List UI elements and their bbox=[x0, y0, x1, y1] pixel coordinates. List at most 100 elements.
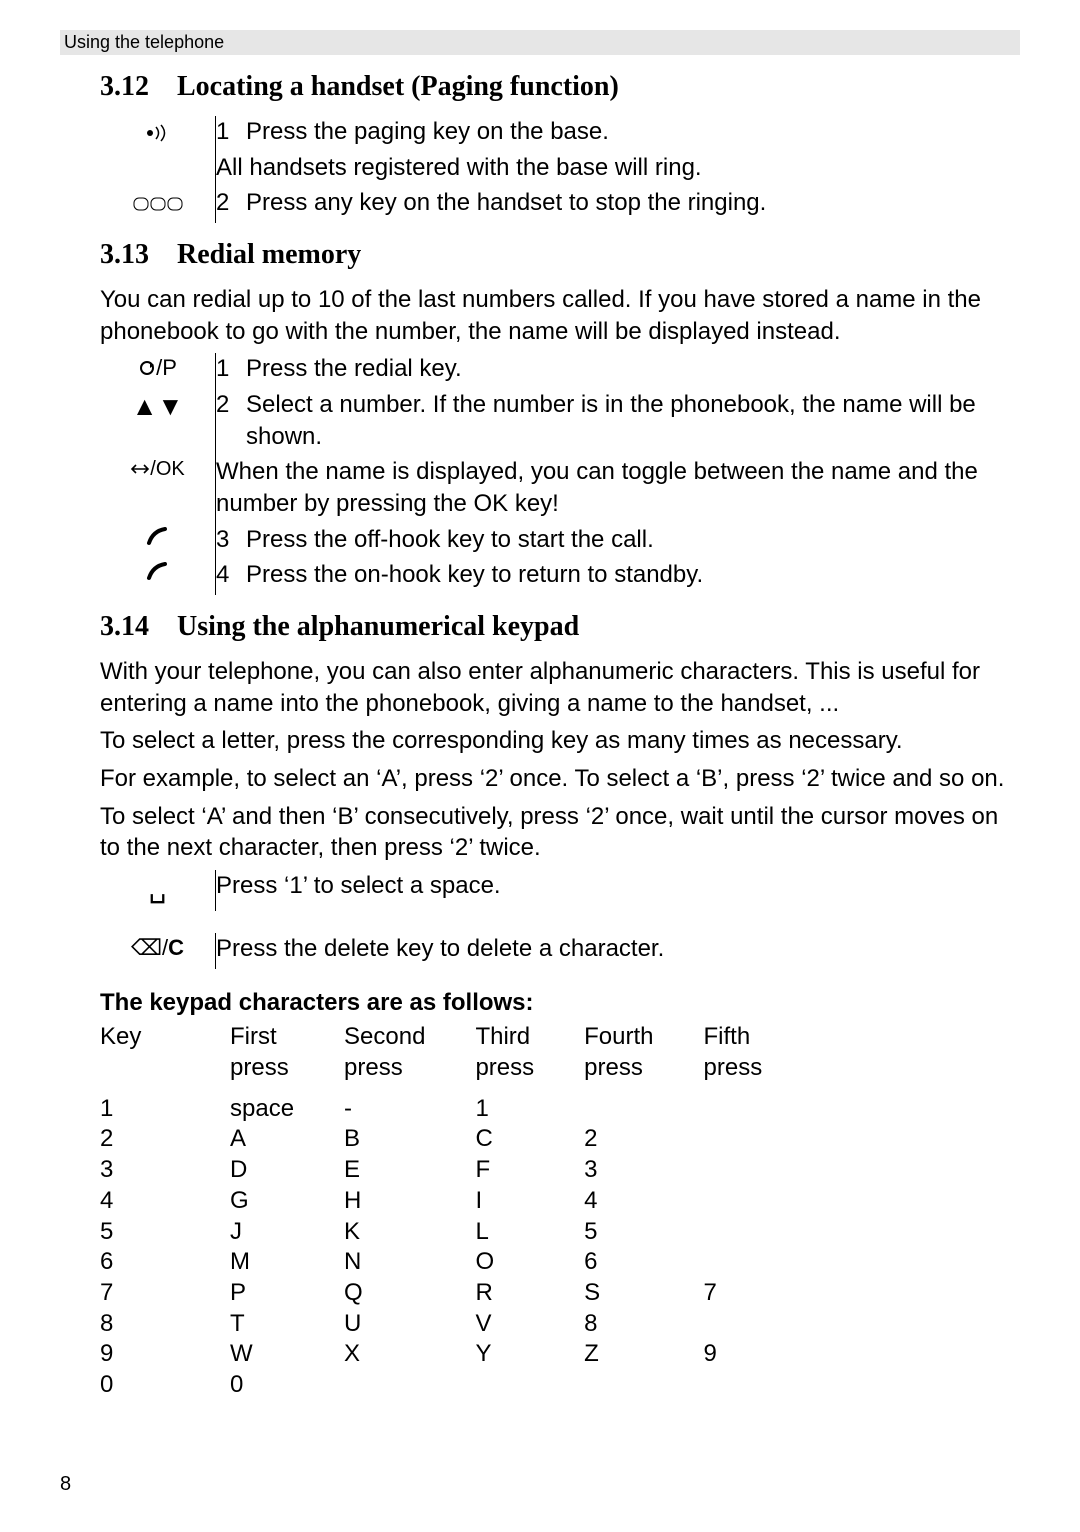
keypad-col-4: Fourthpress bbox=[584, 1022, 703, 1083]
keypad-row: 1space-1 bbox=[100, 1094, 812, 1125]
section-3-14-p3: For example, to select an ‘A’, press ‘2’… bbox=[100, 763, 1020, 795]
keypad-char: 7 bbox=[704, 1278, 813, 1309]
keypad-char: H bbox=[344, 1186, 475, 1217]
keypad-key: 0 bbox=[100, 1370, 230, 1401]
keypad-key: 3 bbox=[100, 1155, 230, 1186]
step-number: 1 bbox=[216, 353, 246, 389]
keypad-char: N bbox=[344, 1247, 475, 1278]
step-number: 2 bbox=[216, 389, 246, 456]
keypad-char: 5 bbox=[584, 1217, 703, 1248]
keypad-key: 5 bbox=[100, 1217, 230, 1248]
page-number: 8 bbox=[60, 1473, 71, 1496]
keypad-char bbox=[584, 1370, 703, 1401]
step-number: 1 bbox=[216, 116, 246, 152]
keypad-char: T bbox=[230, 1309, 344, 1340]
keypad-char bbox=[704, 1370, 813, 1401]
keypad-key: 9 bbox=[100, 1339, 230, 1370]
section-3-13-steps: /P 1 Press the redial key. ▲▼ 2 Select a… bbox=[100, 353, 1020, 595]
keypad-keys-icon bbox=[133, 189, 183, 216]
keypad-char: 8 bbox=[584, 1309, 703, 1340]
tip-text: Press the delete key to delete a charact… bbox=[216, 933, 1020, 969]
keypad-char: J bbox=[230, 1217, 344, 1248]
section-3-14-tips: ␣ Press ‘1’ to select a space. ⌫/C Press… bbox=[100, 870, 1020, 969]
keypad-col-3: Thirdpress bbox=[475, 1022, 584, 1083]
space-icon: ␣ bbox=[149, 872, 167, 903]
keypad-row: 2ABC2 bbox=[100, 1124, 812, 1155]
keypad-row: 9WXYZ9 bbox=[100, 1339, 812, 1370]
keypad-key: 7 bbox=[100, 1278, 230, 1309]
keypad-char bbox=[704, 1124, 813, 1155]
section-3-12-heading: Locating a handset (Paging function) bbox=[177, 71, 619, 102]
keypad-char: space bbox=[230, 1094, 344, 1125]
keypad-char bbox=[704, 1217, 813, 1248]
step-text: Press the off-hook key to start the call… bbox=[246, 524, 1020, 560]
redial-icon: /P bbox=[138, 355, 177, 380]
running-head: Using the telephone bbox=[60, 30, 1020, 55]
keypad-key: 6 bbox=[100, 1247, 230, 1278]
step-text: Press the redial key. bbox=[246, 353, 1020, 389]
step-text: When the name is displayed, you can togg… bbox=[216, 456, 1020, 523]
section-3-14-p2: To select a letter, press the correspond… bbox=[100, 725, 1020, 757]
section-3-12-number: 3.12 bbox=[100, 69, 170, 106]
keypad-char: O bbox=[475, 1247, 584, 1278]
keypad-char: B bbox=[344, 1124, 475, 1155]
keypad-char: I bbox=[475, 1186, 584, 1217]
keypad-char: D bbox=[230, 1155, 344, 1186]
off-hook-icon bbox=[145, 526, 171, 553]
keypad-char bbox=[704, 1247, 813, 1278]
keypad-row: 00 bbox=[100, 1370, 812, 1401]
keypad-char: - bbox=[344, 1094, 475, 1125]
keypad-char: A bbox=[230, 1124, 344, 1155]
keypad-row: 6MNO6 bbox=[100, 1247, 812, 1278]
paging-icon bbox=[144, 118, 172, 145]
section-3-14-p4: To select ‘A’ and then ‘B’ consecutively… bbox=[100, 801, 1020, 864]
keypad-col-key: Key bbox=[100, 1022, 230, 1083]
keypad-char: V bbox=[475, 1309, 584, 1340]
keypad-char: U bbox=[344, 1309, 475, 1340]
keypad-char: Q bbox=[344, 1278, 475, 1309]
keypad-character-table: Key Firstpress Secondpress Thirdpress Fo… bbox=[100, 1022, 812, 1401]
keypad-char: 6 bbox=[584, 1247, 703, 1278]
step-text: Press the on-hook key to return to stand… bbox=[246, 559, 1020, 595]
section-3-13-intro: You can redial up to 10 of the last numb… bbox=[60, 284, 1020, 347]
ok-key-icon: /OK bbox=[130, 458, 184, 480]
delete-key-icon: ⌫/C bbox=[131, 935, 184, 960]
section-3-14-p1: With your telephone, you can also enter … bbox=[100, 656, 1020, 719]
keypad-char: S bbox=[584, 1278, 703, 1309]
keypad-char bbox=[704, 1155, 813, 1186]
keypad-char: 2 bbox=[584, 1124, 703, 1155]
keypad-char: P bbox=[230, 1278, 344, 1309]
keypad-char bbox=[344, 1370, 475, 1401]
step-number: 3 bbox=[216, 524, 246, 560]
tip-text: Press ‘1’ to select a space. bbox=[216, 870, 1020, 911]
keypad-row: 5JKL5 bbox=[100, 1217, 812, 1248]
keypad-char: C bbox=[475, 1124, 584, 1155]
section-3-14-number: 3.14 bbox=[100, 609, 170, 646]
section-3-13-number: 3.13 bbox=[100, 237, 170, 274]
keypad-char: 1 bbox=[475, 1094, 584, 1125]
section-3-13-title: 3.13 Redial memory bbox=[100, 237, 1020, 274]
keypad-char bbox=[704, 1186, 813, 1217]
keypad-col-2: Secondpress bbox=[344, 1022, 475, 1083]
section-3-14-heading: Using the alphanumerical keypad bbox=[177, 611, 579, 642]
keypad-row: 4GHI4 bbox=[100, 1186, 812, 1217]
section-3-12-steps: 1 Press the paging key on the base. All … bbox=[100, 116, 1020, 223]
section-3-12-title: 3.12 Locating a handset (Paging function… bbox=[100, 69, 1020, 106]
step-text: Select a number. If the number is in the… bbox=[246, 389, 1020, 456]
keypad-heading: The keypad characters are as follows: bbox=[100, 987, 1020, 1019]
keypad-key: 1 bbox=[100, 1094, 230, 1125]
keypad-char: L bbox=[475, 1217, 584, 1248]
section-3-14-title: 3.14 Using the alphanumerical keypad bbox=[100, 609, 1020, 646]
keypad-col-5: Fifthpress bbox=[704, 1022, 813, 1083]
keypad-char: R bbox=[475, 1278, 584, 1309]
keypad-char: E bbox=[344, 1155, 475, 1186]
up-down-arrows-icon: ▲▼ bbox=[132, 391, 183, 421]
keypad-char: 3 bbox=[584, 1155, 703, 1186]
keypad-char: 4 bbox=[584, 1186, 703, 1217]
keypad-char: 0 bbox=[230, 1370, 344, 1401]
step-number: 4 bbox=[216, 559, 246, 595]
keypad-char: X bbox=[344, 1339, 475, 1370]
step-number: 2 bbox=[216, 187, 246, 223]
keypad-char: 9 bbox=[704, 1339, 813, 1370]
keypad-char: M bbox=[230, 1247, 344, 1278]
